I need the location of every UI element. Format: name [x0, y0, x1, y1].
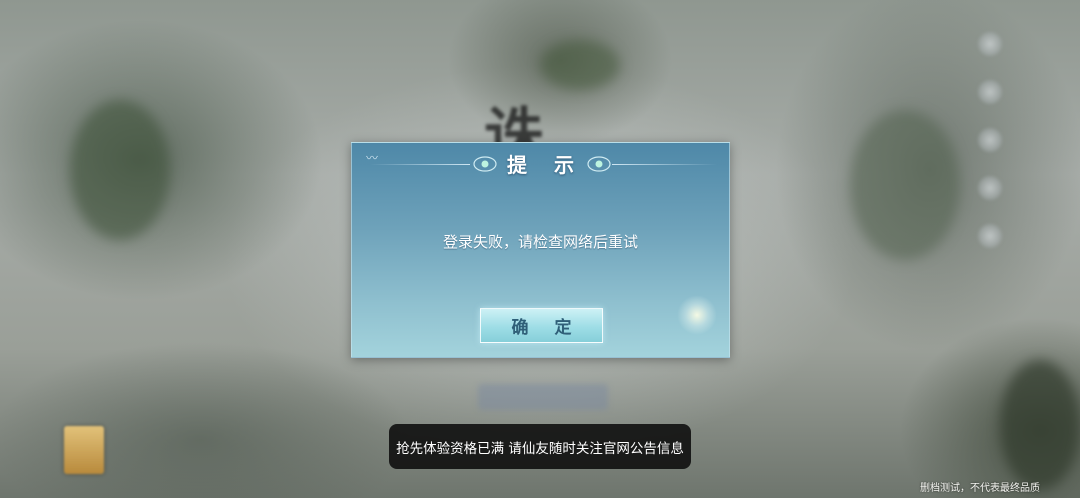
side-menu-icon[interactable] — [978, 32, 1002, 56]
background-island — [540, 40, 620, 90]
test-disclaimer: 删档测试，不代表最终品质 — [920, 483, 1040, 494]
start-game-button-blurred — [478, 384, 608, 410]
alert-dialog: 〰 提 示 登录失败，请检查网络后重试 确 定 — [351, 142, 730, 358]
side-menu-icon[interactable] — [978, 80, 1002, 104]
toast-notification: 抢先体验资格已满 请仙友随时关注官网公告信息 — [389, 424, 691, 469]
side-menu-icon[interactable] — [978, 128, 1002, 152]
background-island — [1000, 360, 1080, 490]
header-divider — [612, 164, 717, 165]
confirm-button-label: 确 定 — [511, 318, 582, 338]
flower-decoration-icon — [677, 295, 717, 335]
confirm-button[interactable]: 确 定 — [480, 308, 603, 343]
side-menu — [978, 32, 1006, 272]
background-island — [850, 110, 960, 260]
notice-board-icon[interactable] — [64, 426, 104, 474]
dialog-message: 登录失败，请检查网络后重试 — [442, 233, 638, 251]
toast-message: 抢先体验资格已满 请仙友随时关注官网公告信息 — [396, 440, 684, 457]
side-menu-icon[interactable] — [978, 176, 1002, 200]
ornament-icon — [586, 153, 612, 175]
side-menu-icon[interactable] — [978, 224, 1002, 248]
background-island — [70, 100, 170, 240]
